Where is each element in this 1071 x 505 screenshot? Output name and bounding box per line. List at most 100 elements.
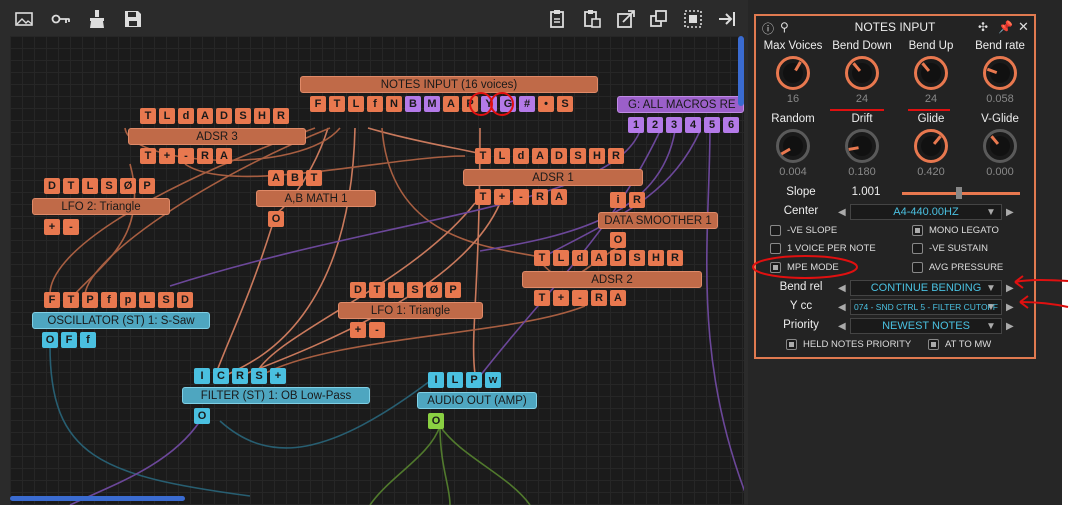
- bend-rel-next-arrow[interactable]: ▶: [1006, 283, 1014, 294]
- knob[interactable]: [983, 129, 1017, 163]
- port[interactable]: S: [570, 148, 586, 164]
- option-checkbox[interactable]: MPE MODE: [770, 262, 839, 273]
- port[interactable]: T: [369, 282, 385, 298]
- image-icon[interactable]: [13, 8, 35, 30]
- port[interactable]: S: [251, 368, 267, 384]
- port[interactable]: L: [159, 108, 175, 124]
- knob[interactable]: [776, 129, 810, 163]
- adsr2-node-title[interactable]: ADSR 2: [522, 271, 702, 288]
- cut-icon[interactable]: [615, 8, 637, 30]
- port[interactable]: A: [268, 170, 284, 186]
- knob[interactable]: [914, 129, 948, 163]
- lfo1-node-title[interactable]: LFO 1: Triangle: [338, 302, 483, 319]
- port[interactable]: -: [369, 322, 385, 338]
- port[interactable]: T: [329, 96, 345, 112]
- node-graph-canvas[interactable]: NOTES INPUT (16 voices) F T Lf N B M A P Y G # • S T…: [10, 36, 744, 505]
- port[interactable]: p: [120, 292, 136, 308]
- adsr1-node-title[interactable]: ADSR 1: [463, 169, 643, 186]
- port[interactable]: H: [254, 108, 270, 124]
- copy-icon[interactable]: [648, 8, 670, 30]
- port[interactable]: +: [159, 148, 175, 164]
- port[interactable]: L: [388, 282, 404, 298]
- port[interactable]: R: [273, 108, 289, 124]
- port[interactable]: I: [428, 372, 444, 388]
- center-dropdown-icon[interactable]: ▼: [986, 207, 996, 218]
- port[interactable]: P: [462, 96, 478, 112]
- option-checkbox[interactable]: AVG PRESSURE: [912, 262, 1003, 273]
- y-cc-next-arrow[interactable]: ▶: [1006, 302, 1014, 313]
- port[interactable]: S: [101, 178, 117, 194]
- port[interactable]: D: [350, 282, 366, 298]
- port[interactable]: S: [557, 96, 573, 112]
- port[interactable]: P: [445, 282, 461, 298]
- port[interactable]: P: [466, 372, 482, 388]
- option-checkbox[interactable]: -VE SUSTAIN: [912, 243, 988, 254]
- port[interactable]: f: [101, 292, 117, 308]
- port[interactable]: H: [648, 250, 664, 266]
- port[interactable]: O: [268, 211, 284, 227]
- port[interactable]: A: [532, 148, 548, 164]
- port[interactable]: T: [63, 178, 79, 194]
- port[interactable]: +: [350, 322, 366, 338]
- y-cc-select[interactable]: 074 - SND CTRL 5 - FILTER CUTOFF: [850, 299, 1002, 315]
- port[interactable]: R: [532, 189, 548, 205]
- port[interactable]: C: [213, 368, 229, 384]
- port[interactable]: R: [667, 250, 683, 266]
- port[interactable]: T: [63, 292, 79, 308]
- y-cc-prev-arrow[interactable]: ◀: [838, 302, 846, 313]
- port[interactable]: H: [589, 148, 605, 164]
- priority-dropdown-icon[interactable]: ▼: [986, 321, 996, 332]
- key-icon[interactable]: [50, 8, 72, 30]
- port[interactable]: T: [475, 189, 491, 205]
- port[interactable]: S: [407, 282, 423, 298]
- search-icon[interactable]: ⚲: [780, 20, 789, 34]
- port[interactable]: 5: [704, 117, 720, 133]
- port[interactable]: B: [287, 170, 303, 186]
- port[interactable]: A: [443, 96, 459, 112]
- port[interactable]: L: [553, 250, 569, 266]
- port[interactable]: L: [447, 372, 463, 388]
- knob[interactable]: [983, 56, 1017, 90]
- port[interactable]: +: [494, 189, 510, 205]
- at-to-mw-checkbox[interactable]: AT TO MW: [928, 339, 991, 350]
- smoother-node-title[interactable]: DATA SMOOTHER 1: [598, 212, 718, 229]
- port[interactable]: •: [538, 96, 554, 112]
- notes-input-node-title[interactable]: NOTES INPUT (16 voices): [300, 76, 598, 93]
- port[interactable]: 1: [628, 117, 644, 133]
- broom-icon[interactable]: [86, 8, 108, 30]
- bend-rel-prev-arrow[interactable]: ◀: [838, 283, 846, 294]
- checkbox-box[interactable]: [912, 243, 923, 254]
- port[interactable]: T: [140, 148, 156, 164]
- port[interactable]: f: [367, 96, 383, 112]
- port[interactable]: T: [306, 170, 322, 186]
- port[interactable]: i: [610, 192, 626, 208]
- port[interactable]: I: [194, 368, 210, 384]
- checkbox-box[interactable]: [912, 225, 923, 236]
- port[interactable]: G: [500, 96, 516, 112]
- macros-node-title[interactable]: G: ALL MACROS RE: [617, 96, 744, 113]
- port[interactable]: d: [572, 250, 588, 266]
- port[interactable]: S: [235, 108, 251, 124]
- info-icon[interactable]: ⓘ: [762, 20, 774, 37]
- adsr3-node-title[interactable]: ADSR 3: [128, 128, 306, 145]
- port[interactable]: +: [44, 219, 60, 235]
- port[interactable]: L: [494, 148, 510, 164]
- port[interactable]: -: [178, 148, 194, 164]
- port[interactable]: L: [139, 292, 155, 308]
- port[interactable]: A: [216, 148, 232, 164]
- port[interactable]: A: [197, 108, 213, 124]
- port[interactable]: T: [475, 148, 491, 164]
- port[interactable]: L: [82, 178, 98, 194]
- port[interactable]: Ø: [120, 178, 136, 194]
- port[interactable]: M: [424, 96, 440, 112]
- checkbox-box[interactable]: [770, 262, 781, 273]
- port[interactable]: +: [270, 368, 286, 384]
- select-all-icon[interactable]: [682, 8, 704, 30]
- port[interactable]: P: [139, 178, 155, 194]
- port[interactable]: 3: [666, 117, 682, 133]
- close-icon[interactable]: ✕: [1018, 19, 1029, 35]
- port[interactable]: P: [82, 292, 98, 308]
- port[interactable]: O: [428, 413, 444, 429]
- knob[interactable]: [914, 56, 948, 90]
- option-checkbox[interactable]: 1 VOICE PER NOTE: [770, 243, 876, 254]
